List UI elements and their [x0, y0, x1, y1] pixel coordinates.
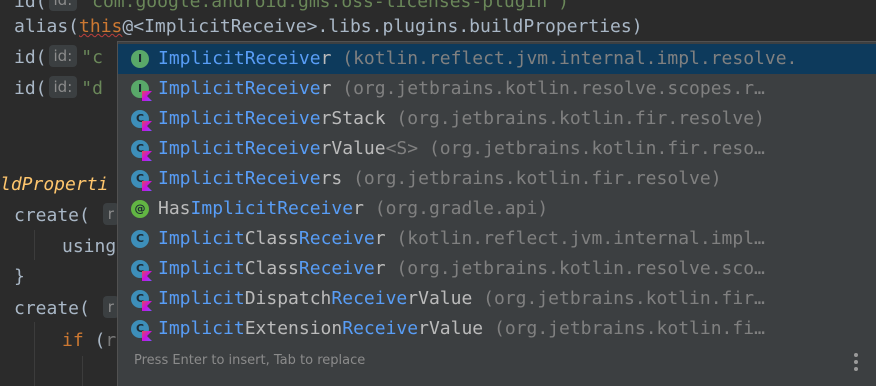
- completion-item[interactable]: I ImplicitReceiver (org.jetbrains.kotlin.…: [118, 74, 876, 104]
- completion-popup[interactable]: I ImplicitReceiver (kotlin.reflect.jvm.in…: [117, 41, 876, 386]
- parameter-hint: id:: [48, 0, 78, 11]
- completion-item[interactable]: @ HasImplicitReceiver (org.gradle.api): [118, 194, 876, 224]
- completion-item-label: ImplicitDispatchReceiverValue (org.jetbr…: [158, 288, 765, 309]
- kotlin-class-icon: C: [130, 289, 152, 311]
- kotlin-badge-icon: [142, 301, 152, 311]
- code-line: }: [14, 266, 25, 287]
- kotlin-class-icon: C: [130, 259, 152, 281]
- error-highlight: this: [79, 16, 123, 37]
- kotlin-badge-icon: [142, 331, 152, 341]
- completion-item[interactable]: C ImplicitReceiverStack (org.jetbrains.ko…: [118, 104, 876, 134]
- completion-item[interactable]: C ImplicitClassReceiver (org.jetbrains.ko…: [118, 254, 876, 284]
- class-icon: I: [130, 49, 150, 69]
- annotation-icon: @: [130, 199, 150, 219]
- completion-item-label: ImplicitReceiverStack (org.jetbrains.kot…: [158, 108, 765, 129]
- completion-item[interactable]: C ImplicitReceiverValue<S> (org.jetbrains…: [118, 134, 876, 164]
- completion-item-label: ImplicitReceiver (org.jetbrains.kotlin.r…: [158, 78, 765, 99]
- completion-item[interactable]: I ImplicitReceiver (kotlin.reflect.jvm.in…: [118, 44, 876, 74]
- completion-item[interactable]: C ImplicitDispatchReceiverValue (org.jetb…: [118, 284, 876, 314]
- code-line: create( r: [14, 201, 123, 231]
- completion-item-label: ImplicitExtensionReceiverValue (org.jetb…: [158, 318, 765, 339]
- kotlin-badge-icon: [142, 181, 152, 191]
- code-line-function: ldProperti: [0, 174, 109, 195]
- indent-guide: [34, 322, 35, 386]
- class-icon: C: [130, 229, 150, 249]
- code-line: if (r: [62, 330, 117, 351]
- popup-footer-hint: Press Enter to insert, Tab to replace: [134, 353, 366, 368]
- kotlin-interface-icon: I: [130, 79, 152, 101]
- code-line: using: [62, 236, 117, 257]
- completion-item-label: ImplicitReceivers (org.jetbrains.kotlin.…: [158, 168, 722, 189]
- indent-guide: [82, 356, 83, 386]
- code-line: id(id: "d: [14, 76, 103, 99]
- indent-guide: [34, 230, 35, 260]
- more-vertical-icon[interactable]: [854, 353, 858, 374]
- completion-item[interactable]: C ImplicitExtensionReceiverValue (org.jet…: [118, 314, 876, 344]
- completion-item[interactable]: C ImplicitReceivers (org.jetbrains.kotlin…: [118, 164, 876, 194]
- kotlin-class-icon: C: [130, 109, 152, 131]
- parameter-hint: id:: [48, 45, 78, 67]
- kotlin-badge-icon: [142, 151, 152, 161]
- kotlin-class-icon: C: [130, 169, 152, 191]
- completion-item-label: ImplicitReceiverValue<S> (org.jetbrains.…: [158, 138, 765, 159]
- completion-item-label: ImplicitClassReceiver (org.jetbrains.kot…: [158, 258, 765, 279]
- completion-item[interactable]: C ImplicitClassReceiver (kotlin.reflect.j…: [118, 224, 876, 254]
- kotlin-class-icon: C: [130, 319, 152, 341]
- completion-item-label: ImplicitClassReceiver (kotlin.reflect.jv…: [158, 228, 765, 249]
- code-line-alias: alias(this@<ImplicitReceive>.libs.plugin…: [14, 16, 643, 37]
- parameter-hint: id:: [48, 76, 78, 98]
- completion-item-label: ImplicitReceiver (kotlin.reflect.jvm.int…: [158, 48, 798, 69]
- completion-item-label: HasImplicitReceiver (org.gradle.api): [158, 198, 549, 219]
- kotlin-badge-icon: [142, 121, 152, 131]
- kotlin-badge-icon: [142, 91, 152, 101]
- kotlin-badge-icon: [142, 271, 152, 281]
- kotlin-class-icon: C: [130, 139, 152, 161]
- code-line: id(id: "c: [14, 45, 103, 68]
- code-line: create( r: [14, 294, 123, 324]
